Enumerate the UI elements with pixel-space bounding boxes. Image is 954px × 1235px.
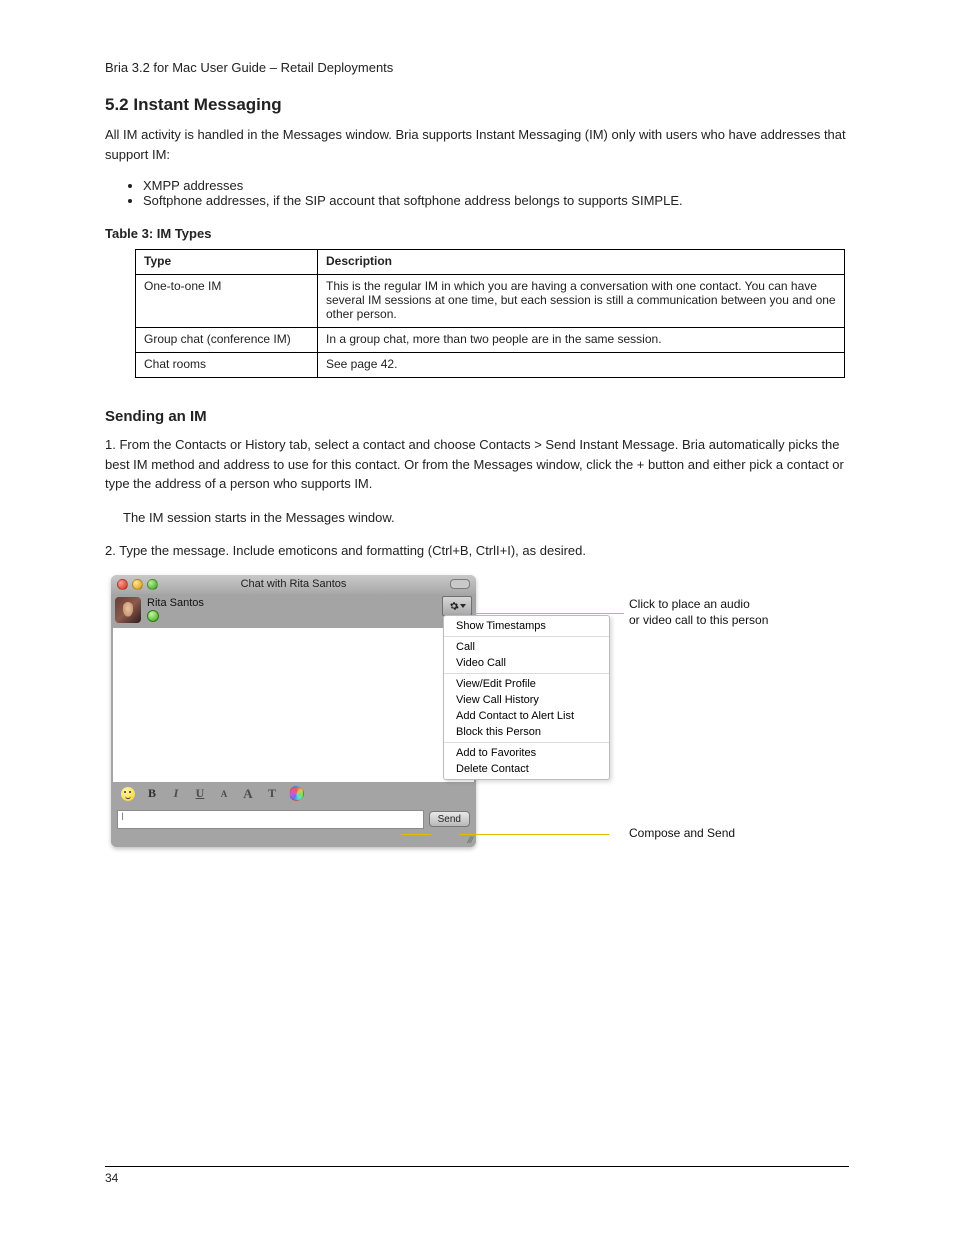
minimize-icon[interactable] <box>132 579 143 590</box>
menu-block-person[interactable]: Block this Person <box>444 724 609 740</box>
titlebar: Chat with Rita Santos <box>111 575 476 594</box>
presence-available-icon <box>147 610 159 622</box>
bold-button[interactable]: B <box>145 786 159 801</box>
font-larger-button[interactable]: A <box>241 786 255 802</box>
menu-video-call[interactable]: Video Call <box>444 655 609 671</box>
contact-name: Rita Santos <box>147 597 204 609</box>
section-heading: 5.2 Instant Messaging <box>105 95 849 115</box>
im-types-table: Type Description One-to-one IM This is t… <box>135 249 845 378</box>
page-number: 34 <box>105 1171 118 1185</box>
cell-type: One-to-one IM <box>136 275 318 328</box>
callout-bottom-label: Compose and Send <box>629 826 735 840</box>
bullet-xmpp: XMPP addresses <box>143 178 849 193</box>
zoom-icon[interactable] <box>147 579 158 590</box>
table-row: Group chat (conference IM) In a group ch… <box>136 328 845 353</box>
bullet-sip: Softphone addresses, if the SIP account … <box>143 193 849 208</box>
menu-view-edit-profile[interactable]: View/Edit Profile <box>444 676 609 692</box>
table-heading: Table 3: IM Types <box>105 226 849 241</box>
lead-paragraph: All IM activity is handled in the Messag… <box>105 125 849 164</box>
cell-desc: In a group chat, more than two people ar… <box>318 328 845 353</box>
message-input[interactable]: I <box>117 810 424 829</box>
menu-separator <box>444 673 609 674</box>
send-button[interactable]: Send <box>429 811 470 827</box>
step-1: 1. From the Contacts or History tab, sel… <box>105 435 849 494</box>
sending-im-heading: Sending an IM <box>105 408 849 425</box>
th-type: Type <box>136 250 318 275</box>
gear-icon <box>449 601 459 611</box>
step-1b: The IM session starts in the Messages wi… <box>123 508 849 528</box>
font-smaller-button[interactable]: A <box>217 789 231 799</box>
chat-transcript <box>113 628 474 782</box>
page-footer: 34 <box>105 1166 849 1185</box>
cell-desc: This is the regular IM in which you are … <box>318 275 845 328</box>
menu-delete-contact[interactable]: Delete Contact <box>444 761 609 777</box>
chat-figure: Chat with Rita Santos Rita Santos B I <box>111 575 849 875</box>
avatar <box>115 597 141 623</box>
table-row: One-to-one IM This is the regular IM in … <box>136 275 845 328</box>
font-style-button[interactable]: T <box>265 786 279 801</box>
color-picker-icon[interactable] <box>289 786 304 801</box>
menu-add-alert-list[interactable]: Add Contact to Alert List <box>444 708 609 724</box>
callout-line <box>401 834 431 835</box>
contact-bar: Rita Santos <box>111 594 476 626</box>
resize-handle-icon[interactable]: /// <box>111 835 476 847</box>
callout-line <box>459 834 609 835</box>
underline-button[interactable]: U <box>193 786 207 801</box>
emoji-icon[interactable] <box>121 787 135 801</box>
product-name: Bria 3.2 for Mac User Guide – Retail Dep… <box>105 60 849 75</box>
menu-call[interactable]: Call <box>444 639 609 655</box>
menu-show-timestamps[interactable]: Show Timestamps <box>444 618 609 634</box>
cell-type: Chat rooms <box>136 353 318 378</box>
cell-desc: See page 42. <box>318 353 845 378</box>
callout-top-label: Click to place an audio <box>629 597 750 611</box>
format-toolbar: B I U A A T <box>111 782 476 804</box>
italic-button[interactable]: I <box>169 786 183 801</box>
menu-separator <box>444 742 609 743</box>
actions-menu-button[interactable] <box>442 596 472 616</box>
compose-row: I Send <box>111 804 476 835</box>
menu-view-call-history[interactable]: View Call History <box>444 692 609 708</box>
table-row: Chat rooms See page 42. <box>136 353 845 378</box>
th-desc: Description <box>318 250 845 275</box>
callout-line <box>474 613 624 614</box>
close-icon[interactable] <box>117 579 128 590</box>
toolbar-toggle-icon[interactable] <box>450 579 470 589</box>
actions-menu: Show Timestamps Call Video Call View/Edi… <box>443 615 610 780</box>
window-title: Chat with Rita Santos <box>111 578 476 590</box>
callout-top-label2: or video call to this person <box>629 613 768 627</box>
menu-separator <box>444 636 609 637</box>
menu-add-favorites[interactable]: Add to Favorites <box>444 745 609 761</box>
chat-window: Chat with Rita Santos Rita Santos B I <box>111 575 476 847</box>
chevron-down-icon <box>460 604 466 608</box>
cell-type: Group chat (conference IM) <box>136 328 318 353</box>
step-2: 2. Type the message. Include emoticons a… <box>105 541 849 561</box>
